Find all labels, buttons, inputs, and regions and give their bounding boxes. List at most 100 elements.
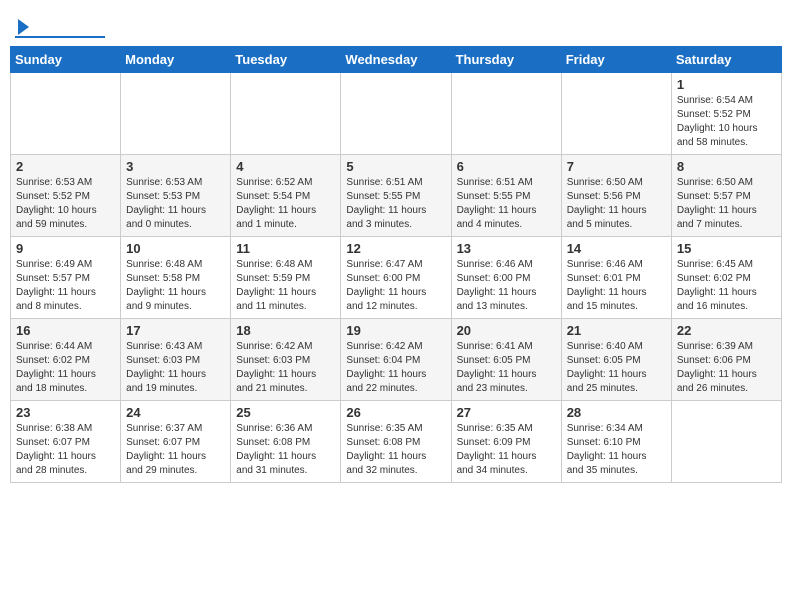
- weekday-header-saturday: Saturday: [671, 47, 781, 73]
- day-info: Sunrise: 6:44 AM Sunset: 6:02 PM Dayligh…: [16, 340, 115, 396]
- calendar-cell: 17 Sunrise: 6:43 AM Sunset: 6:03 PM Dayli…: [121, 319, 231, 401]
- day-number: 9: [16, 241, 115, 256]
- calendar-cell: 2 Sunrise: 6:53 AM Sunset: 5:52 PM Daylig…: [11, 155, 121, 237]
- day-number: 16: [16, 323, 115, 338]
- day-number: 20: [457, 323, 556, 338]
- calendar-cell: 15 Sunrise: 6:45 AM Sunset: 6:02 PM Dayli…: [671, 237, 781, 319]
- weekday-header-friday: Friday: [561, 47, 671, 73]
- calendar-cell: 1 Sunrise: 6:54 AM Sunset: 5:52 PM Daylig…: [671, 73, 781, 155]
- day-number: 21: [567, 323, 666, 338]
- calendar-cell: 3 Sunrise: 6:53 AM Sunset: 5:53 PM Daylig…: [121, 155, 231, 237]
- calendar-cell: 20 Sunrise: 6:41 AM Sunset: 6:05 PM Dayli…: [451, 319, 561, 401]
- calendar-cell: 14Sunrise: 6:46 AM Sunset: 6:01 PM Dayli…: [561, 237, 671, 319]
- day-info: Sunrise: 6:34 AM Sunset: 6:10 PM Dayligh…: [567, 422, 666, 478]
- day-number: 19: [346, 323, 445, 338]
- calendar-week-row: 23 Sunrise: 6:38 AM Sunset: 6:07 PM Dayli…: [11, 401, 782, 483]
- weekday-header-wednesday: Wednesday: [341, 47, 451, 73]
- calendar-cell: 13 Sunrise: 6:46 AM Sunset: 6:00 PM Dayli…: [451, 237, 561, 319]
- day-info: Sunrise: 6:54 AM Sunset: 5:52 PM Dayligh…: [677, 94, 776, 150]
- logo: [15, 15, 105, 38]
- calendar-cell: 6Sunrise: 6:51 AM Sunset: 5:55 PM Daylig…: [451, 155, 561, 237]
- day-info: Sunrise: 6:38 AM Sunset: 6:07 PM Dayligh…: [16, 422, 115, 478]
- day-info: Sunrise: 6:53 AM Sunset: 5:53 PM Dayligh…: [126, 176, 225, 232]
- day-number: 1: [677, 77, 776, 92]
- day-info: Sunrise: 6:42 AM Sunset: 6:03 PM Dayligh…: [236, 340, 335, 396]
- day-number: 5: [346, 159, 445, 174]
- day-number: 3: [126, 159, 225, 174]
- day-number: 18: [236, 323, 335, 338]
- calendar-cell: 7 Sunrise: 6:50 AM Sunset: 5:56 PM Daylig…: [561, 155, 671, 237]
- day-number: 25: [236, 405, 335, 420]
- day-number: 15: [677, 241, 776, 256]
- weekday-header-tuesday: Tuesday: [231, 47, 341, 73]
- day-info: Sunrise: 6:47 AM Sunset: 6:00 PM Dayligh…: [346, 258, 445, 314]
- calendar-week-row: 16 Sunrise: 6:44 AM Sunset: 6:02 PM Dayli…: [11, 319, 782, 401]
- day-info: Sunrise: 6:42 AM Sunset: 6:04 PM Dayligh…: [346, 340, 445, 396]
- calendar-cell: 22 Sunrise: 6:39 AM Sunset: 6:06 PM Dayli…: [671, 319, 781, 401]
- day-info: Sunrise: 6:35 AM Sunset: 6:09 PM Dayligh…: [457, 422, 556, 478]
- day-number: 12: [346, 241, 445, 256]
- day-info: Sunrise: 6:40 AM Sunset: 6:05 PM Dayligh…: [567, 340, 666, 396]
- calendar-cell: 27Sunrise: 6:35 AM Sunset: 6:09 PM Dayli…: [451, 401, 561, 483]
- calendar-cell: 5 Sunrise: 6:51 AM Sunset: 5:55 PM Daylig…: [341, 155, 451, 237]
- day-info: Sunrise: 6:43 AM Sunset: 6:03 PM Dayligh…: [126, 340, 225, 396]
- day-number: 22: [677, 323, 776, 338]
- day-info: Sunrise: 6:50 AM Sunset: 5:56 PM Dayligh…: [567, 176, 666, 232]
- day-number: 17: [126, 323, 225, 338]
- day-number: 13: [457, 241, 556, 256]
- day-info: Sunrise: 6:50 AM Sunset: 5:57 PM Dayligh…: [677, 176, 776, 232]
- day-info: Sunrise: 6:52 AM Sunset: 5:54 PM Dayligh…: [236, 176, 335, 232]
- calendar-cell: [451, 73, 561, 155]
- calendar-cell: [341, 73, 451, 155]
- calendar-cell: [231, 73, 341, 155]
- calendar-cell: 8Sunrise: 6:50 AM Sunset: 5:57 PM Daylig…: [671, 155, 781, 237]
- day-number: 23: [16, 405, 115, 420]
- day-info: Sunrise: 6:53 AM Sunset: 5:52 PM Dayligh…: [16, 176, 115, 232]
- day-info: Sunrise: 6:48 AM Sunset: 5:58 PM Dayligh…: [126, 258, 225, 314]
- calendar-cell: [121, 73, 231, 155]
- day-info: Sunrise: 6:36 AM Sunset: 6:08 PM Dayligh…: [236, 422, 335, 478]
- calendar-cell: 10Sunrise: 6:48 AM Sunset: 5:58 PM Dayli…: [121, 237, 231, 319]
- day-info: Sunrise: 6:51 AM Sunset: 5:55 PM Dayligh…: [346, 176, 445, 232]
- calendar-week-row: 2 Sunrise: 6:53 AM Sunset: 5:52 PM Daylig…: [11, 155, 782, 237]
- calendar-cell: 4 Sunrise: 6:52 AM Sunset: 5:54 PM Daylig…: [231, 155, 341, 237]
- weekday-header-sunday: Sunday: [11, 47, 121, 73]
- calendar-cell: 26Sunrise: 6:35 AM Sunset: 6:08 PM Dayli…: [341, 401, 451, 483]
- day-number: 2: [16, 159, 115, 174]
- day-info: Sunrise: 6:46 AM Sunset: 6:00 PM Dayligh…: [457, 258, 556, 314]
- day-number: 7: [567, 159, 666, 174]
- logo-arrow-icon: [18, 19, 29, 35]
- day-number: 4: [236, 159, 335, 174]
- calendar-header: SundayMondayTuesdayWednesdayThursdayFrid…: [11, 47, 782, 73]
- calendar-cell: 24 Sunrise: 6:37 AM Sunset: 6:07 PM Dayli…: [121, 401, 231, 483]
- day-number: 14: [567, 241, 666, 256]
- calendar-cell: 16 Sunrise: 6:44 AM Sunset: 6:02 PM Dayli…: [11, 319, 121, 401]
- weekday-header-row: SundayMondayTuesdayWednesdayThursdayFrid…: [11, 47, 782, 73]
- weekday-header-thursday: Thursday: [451, 47, 561, 73]
- calendar-cell: 28 Sunrise: 6:34 AM Sunset: 6:10 PM Dayli…: [561, 401, 671, 483]
- page-header: [10, 10, 782, 38]
- day-info: Sunrise: 6:41 AM Sunset: 6:05 PM Dayligh…: [457, 340, 556, 396]
- calendar-cell: 23 Sunrise: 6:38 AM Sunset: 6:07 PM Dayli…: [11, 401, 121, 483]
- calendar-cell: 18 Sunrise: 6:42 AM Sunset: 6:03 PM Dayli…: [231, 319, 341, 401]
- calendar-cell: 9 Sunrise: 6:49 AM Sunset: 5:57 PM Daylig…: [11, 237, 121, 319]
- logo-underline: [15, 36, 105, 38]
- weekday-header-monday: Monday: [121, 47, 231, 73]
- day-info: Sunrise: 6:39 AM Sunset: 6:06 PM Dayligh…: [677, 340, 776, 396]
- calendar-cell: 21 Sunrise: 6:40 AM Sunset: 6:05 PM Dayli…: [561, 319, 671, 401]
- calendar-table: SundayMondayTuesdayWednesdayThursdayFrid…: [10, 46, 782, 483]
- day-info: Sunrise: 6:35 AM Sunset: 6:08 PM Dayligh…: [346, 422, 445, 478]
- day-info: Sunrise: 6:45 AM Sunset: 6:02 PM Dayligh…: [677, 258, 776, 314]
- day-info: Sunrise: 6:48 AM Sunset: 5:59 PM Dayligh…: [236, 258, 335, 314]
- calendar-cell: [671, 401, 781, 483]
- day-number: 11: [236, 241, 335, 256]
- day-number: 24: [126, 405, 225, 420]
- calendar-cell: 25 Sunrise: 6:36 AM Sunset: 6:08 PM Dayli…: [231, 401, 341, 483]
- calendar-body: 1 Sunrise: 6:54 AM Sunset: 5:52 PM Daylig…: [11, 73, 782, 483]
- calendar-week-row: 9 Sunrise: 6:49 AM Sunset: 5:57 PM Daylig…: [11, 237, 782, 319]
- day-info: Sunrise: 6:49 AM Sunset: 5:57 PM Dayligh…: [16, 258, 115, 314]
- calendar-cell: [561, 73, 671, 155]
- day-info: Sunrise: 6:37 AM Sunset: 6:07 PM Dayligh…: [126, 422, 225, 478]
- calendar-cell: 19 Sunrise: 6:42 AM Sunset: 6:04 PM Dayli…: [341, 319, 451, 401]
- day-number: 28: [567, 405, 666, 420]
